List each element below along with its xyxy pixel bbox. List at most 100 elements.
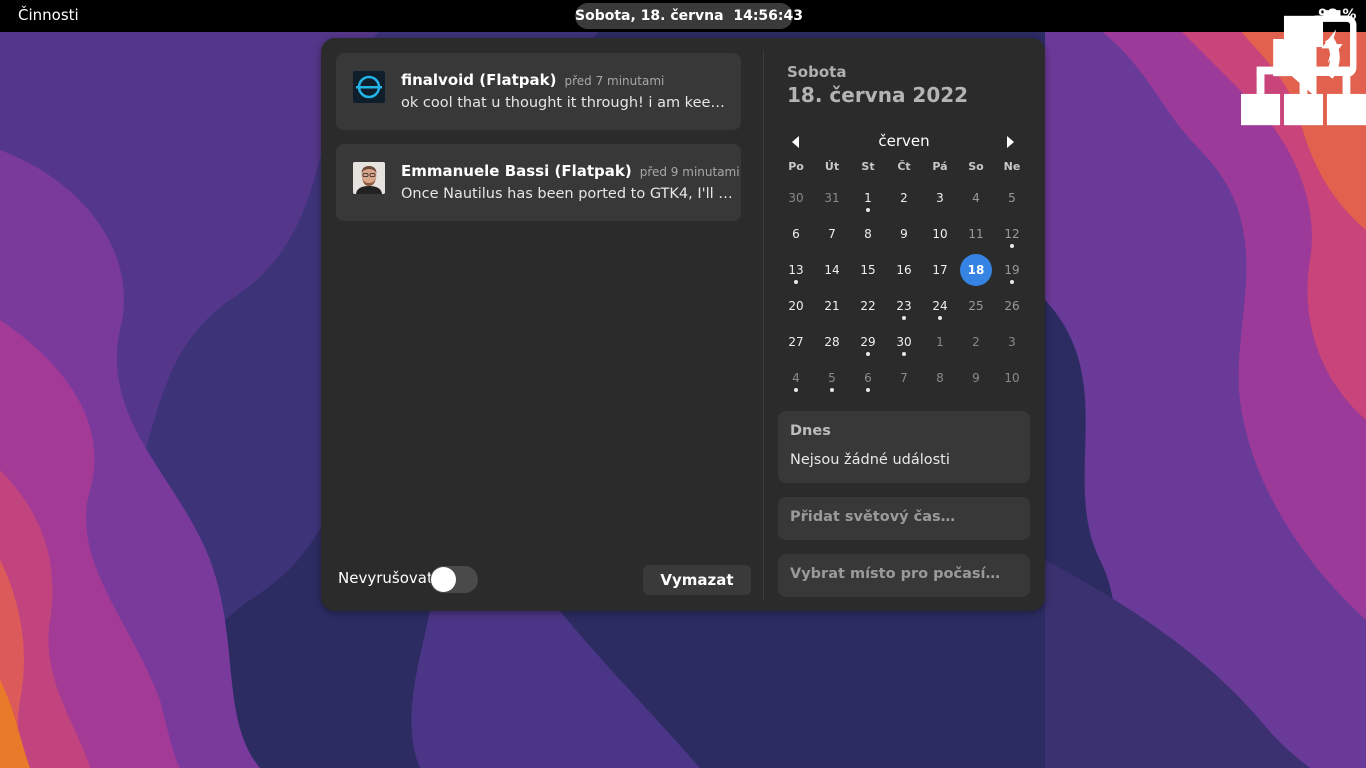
calendar-day[interactable]: 25 bbox=[958, 290, 994, 322]
events-empty-message: Nejsou žádné události bbox=[790, 452, 950, 468]
do-not-disturb-label: Nevyrušovat bbox=[338, 569, 433, 587]
day-number: 24 bbox=[932, 299, 948, 313]
calendar-day[interactable]: 14 bbox=[814, 254, 850, 286]
day-number: 8 bbox=[864, 227, 872, 241]
calendar-day[interactable]: 3 bbox=[922, 182, 958, 214]
calendar-day[interactable]: 10 bbox=[922, 218, 958, 250]
day-number: 21 bbox=[824, 299, 840, 313]
calendar-day[interactable]: 17 bbox=[922, 254, 958, 286]
current-date[interactable]: 18. června 2022 bbox=[787, 83, 968, 107]
calendar-day[interactable]: 23 bbox=[886, 290, 922, 322]
calendar-day[interactable]: 9 bbox=[886, 218, 922, 250]
day-number: 13 bbox=[788, 263, 804, 277]
calendar-day[interactable]: 1 bbox=[922, 326, 958, 358]
event-indicator-dot bbox=[794, 388, 798, 392]
calendar-day[interactable]: 19 bbox=[994, 254, 1030, 286]
notification-time: před 7 minutami bbox=[564, 74, 665, 88]
day-number: 15 bbox=[860, 263, 876, 277]
day-number: 2 bbox=[972, 335, 980, 349]
calendar-day-today[interactable]: 18 bbox=[958, 254, 994, 286]
calendar-day[interactable]: 8 bbox=[922, 362, 958, 394]
calendar-day[interactable]: 6 bbox=[778, 218, 814, 250]
date-time-button[interactable]: Sobota, 18. června 14:56:43 bbox=[575, 3, 803, 29]
notification-app-name: Emmanuele Bassi (Flatpak) bbox=[401, 162, 632, 180]
calendar-day[interactable]: 28 bbox=[814, 326, 850, 358]
calendar-day[interactable]: 5 bbox=[994, 182, 1030, 214]
calendar-day[interactable]: 15 bbox=[850, 254, 886, 286]
calendar-day[interactable]: 12 bbox=[994, 218, 1030, 250]
day-number: 12 bbox=[1004, 227, 1020, 241]
day-number: 17 bbox=[932, 263, 948, 277]
day-number: 31 bbox=[824, 191, 840, 205]
day-number: 4 bbox=[792, 371, 800, 385]
notification-time: před 9 minutami bbox=[639, 165, 740, 179]
day-number: 6 bbox=[792, 227, 800, 241]
event-indicator-dot bbox=[866, 388, 870, 392]
current-weekday[interactable]: Sobota bbox=[787, 63, 846, 81]
panel-divider bbox=[763, 50, 764, 601]
battery-percentage[interactable]: 98 % bbox=[1318, 0, 1356, 31]
notification-item[interactable]: finalvoid (Flatpak) před 7 minutami ok co… bbox=[336, 53, 741, 130]
day-number: 8 bbox=[936, 371, 944, 385]
day-number: 28 bbox=[824, 335, 840, 349]
day-number: 25 bbox=[968, 299, 984, 313]
calendar-day[interactable]: 31 bbox=[814, 182, 850, 214]
notification-title: finalvoid (Flatpak) před 7 minutami bbox=[401, 71, 664, 89]
calendar-day[interactable]: 26 bbox=[994, 290, 1030, 322]
day-number: 30 bbox=[788, 191, 804, 205]
day-number: 16 bbox=[896, 263, 912, 277]
calendar-day[interactable]: 4 bbox=[778, 362, 814, 394]
calendar-day[interactable]: 27 bbox=[778, 326, 814, 358]
day-number: 7 bbox=[900, 371, 908, 385]
day-number: 10 bbox=[932, 227, 948, 241]
calendar-day[interactable]: 11 bbox=[958, 218, 994, 250]
calendar-day[interactable]: 30 bbox=[778, 182, 814, 214]
day-number: 11 bbox=[968, 227, 984, 241]
calendar-day[interactable]: 24 bbox=[922, 290, 958, 322]
day-number: 3 bbox=[936, 191, 944, 205]
calendar-day[interactable]: 9 bbox=[958, 362, 994, 394]
day-number: 5 bbox=[1008, 191, 1016, 205]
next-month-icon[interactable] bbox=[1007, 136, 1014, 148]
activities-button[interactable]: Činnosti bbox=[18, 0, 79, 32]
day-number: 18 bbox=[967, 263, 985, 277]
calendar-day[interactable]: 22 bbox=[850, 290, 886, 322]
weather-button[interactable]: Vybrat místo pro počasí… bbox=[778, 554, 1030, 597]
calendar-day[interactable]: 7 bbox=[886, 362, 922, 394]
clear-notifications-button[interactable]: Vymazat bbox=[643, 565, 751, 595]
world-clocks-button[interactable]: Přidat světový čas… bbox=[778, 497, 1030, 540]
calendar-day[interactable]: 1 bbox=[850, 182, 886, 214]
toggle-knob bbox=[431, 567, 456, 592]
calendar-day[interactable]: 20 bbox=[778, 290, 814, 322]
calendar-day[interactable]: 13 bbox=[778, 254, 814, 286]
day-number: 27 bbox=[788, 335, 804, 349]
calendar-day[interactable]: 5 bbox=[814, 362, 850, 394]
calendar-day[interactable]: 29 bbox=[850, 326, 886, 358]
weekday-header: Pá bbox=[932, 160, 948, 173]
finalvoid-logo-icon bbox=[353, 71, 385, 103]
top-bar: Činnosti Sobota, 18. června 14:56:43 98 … bbox=[0, 0, 1366, 126]
event-indicator-dot bbox=[794, 280, 798, 284]
weekday-header: Po bbox=[788, 160, 804, 173]
day-number: 2 bbox=[900, 191, 908, 205]
calendar-day[interactable]: 10 bbox=[994, 362, 1030, 394]
events-section[interactable]: Dnes Nejsou žádné události bbox=[778, 411, 1030, 483]
calendar-day[interactable]: 2 bbox=[958, 326, 994, 358]
calendar-day[interactable]: 2 bbox=[886, 182, 922, 214]
day-number: 6 bbox=[864, 371, 872, 385]
calendar-day[interactable]: 6 bbox=[850, 362, 886, 394]
calendar-day[interactable]: 16 bbox=[886, 254, 922, 286]
event-indicator-dot bbox=[1010, 280, 1014, 284]
calendar-day[interactable]: 4 bbox=[958, 182, 994, 214]
weekday-header: St bbox=[861, 160, 875, 173]
calendar-day[interactable]: 8 bbox=[850, 218, 886, 250]
day-number: 9 bbox=[972, 371, 980, 385]
do-not-disturb-toggle[interactable] bbox=[430, 566, 478, 593]
calendar-day[interactable]: 3 bbox=[994, 326, 1030, 358]
day-number: 3 bbox=[1008, 335, 1016, 349]
calendar-day[interactable]: 7 bbox=[814, 218, 850, 250]
day-number: 9 bbox=[900, 227, 908, 241]
calendar-day[interactable]: 21 bbox=[814, 290, 850, 322]
calendar-day[interactable]: 30 bbox=[886, 326, 922, 358]
notification-item[interactable]: Emmanuele Bassi (Flatpak) před 9 minutami… bbox=[336, 144, 741, 221]
